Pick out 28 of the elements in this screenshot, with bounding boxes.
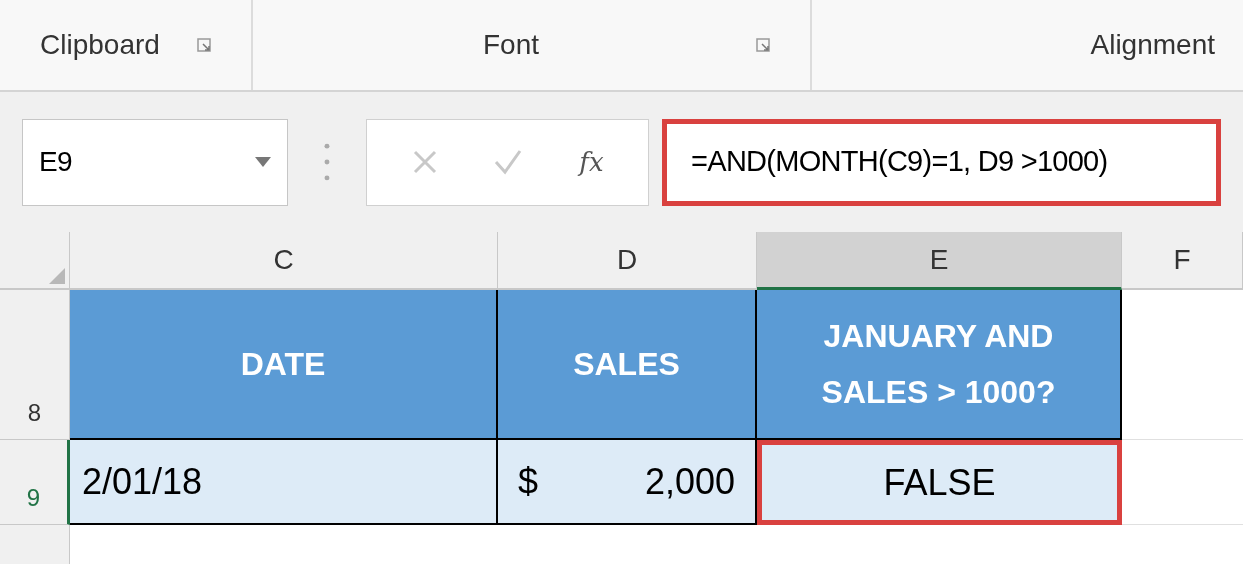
select-all-corner[interactable] bbox=[0, 232, 70, 290]
name-box[interactable]: E9 bbox=[22, 118, 289, 206]
ribbon-group-label: Clipboard bbox=[40, 28, 160, 62]
table-cell: 2/01/18 bbox=[70, 440, 498, 525]
insert-function-button[interactable]: fx bbox=[579, 142, 604, 182]
column-header[interactable]: F bbox=[1122, 232, 1243, 290]
dialog-launcher-icon[interactable] bbox=[756, 38, 770, 52]
row-header[interactable]: 8 bbox=[0, 290, 70, 440]
column-header[interactable]: D bbox=[498, 232, 757, 290]
formula-bar[interactable]: =AND(MONTH(C9)=1, D9 >1000) bbox=[662, 118, 1221, 206]
row-header[interactable]: 9 bbox=[0, 440, 70, 525]
header-text-line: SALES > 1000? bbox=[821, 373, 1056, 412]
header-cell: DATE bbox=[70, 290, 498, 440]
header-cell: SALES bbox=[498, 290, 757, 440]
column-header[interactable]: E bbox=[757, 232, 1122, 290]
grip-icon bbox=[324, 142, 331, 182]
ribbon-group-label: Alignment bbox=[1090, 28, 1215, 62]
row-header bbox=[0, 525, 70, 564]
amount-text: 2,000 bbox=[644, 459, 735, 504]
column-header[interactable]: C bbox=[70, 232, 498, 290]
table-cell: FALSE bbox=[757, 440, 1122, 525]
dialog-launcher-icon[interactable] bbox=[197, 38, 211, 52]
name-box-value: E9 bbox=[39, 145, 72, 179]
currency-symbol: $ bbox=[518, 459, 539, 504]
ribbon-group-label: Font bbox=[483, 28, 540, 62]
corner-triangle-icon bbox=[49, 268, 65, 284]
dropdown-caret-icon bbox=[255, 157, 272, 167]
header-text-line: JANUARY AND bbox=[823, 317, 1054, 356]
